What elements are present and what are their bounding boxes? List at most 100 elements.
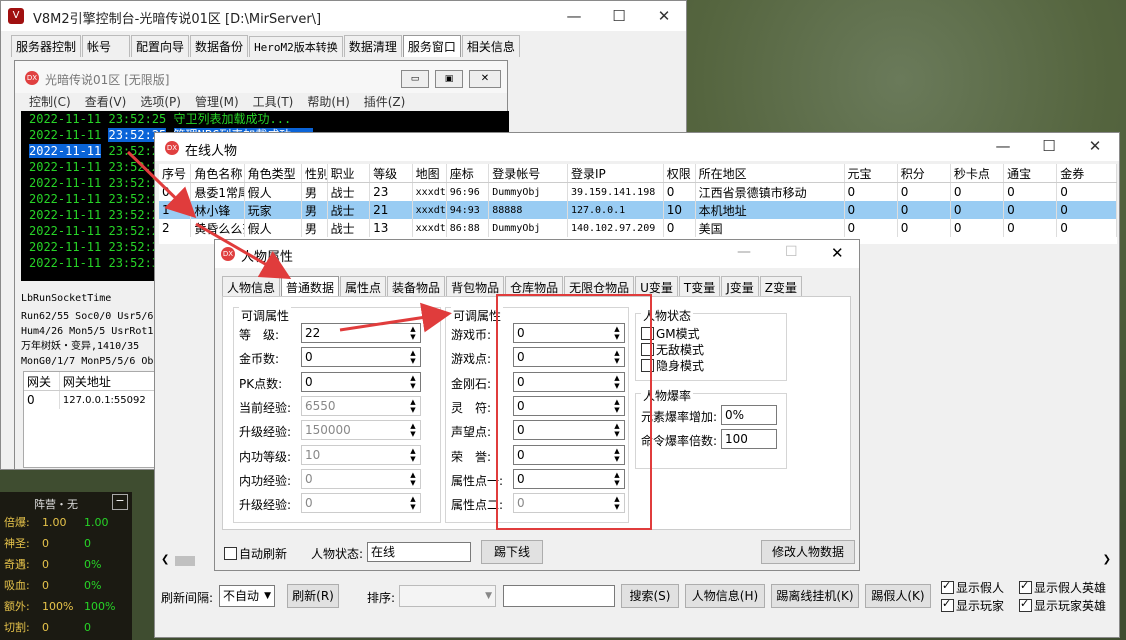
tab-service-window[interactable]: 服务窗口 (402, 35, 461, 57)
online-col-header[interactable]: 职业 (327, 164, 371, 183)
field-spin-input[interactable]: 0 ▲ ▼ (301, 371, 421, 392)
gate-row[interactable]: 0 127.0.0.1:55092 (24, 390, 165, 409)
player-info-button[interactable]: 人物信息(H) (685, 584, 765, 608)
kick-offline-player-button[interactable]: 踢下线 (481, 540, 543, 564)
online-col-header[interactable]: 等级 (369, 164, 413, 183)
player-state-input[interactable]: 在线 (367, 542, 471, 562)
spin-arrows-icon[interactable]: ▲ ▼ (407, 398, 419, 414)
online-col-header[interactable]: 元宝 (844, 164, 898, 183)
checkbox-checked-icon (941, 579, 954, 594)
online-col-header[interactable]: 座标 (446, 164, 490, 183)
close-icon[interactable]: ✕ (646, 5, 682, 27)
spin-arrows-icon[interactable]: ▲ ▼ (407, 495, 419, 511)
props-tab[interactable]: J变量 (721, 276, 759, 298)
menu-help[interactable]: 帮助(H) (307, 95, 349, 109)
tab-data-clean[interactable]: 数据清理 (343, 35, 402, 57)
online-table-row[interactable]: 0悬委1常尾假人男战士23xxxdtt96:96DummyObj39.159.1… (159, 182, 1117, 201)
online-cell: 0 (663, 182, 696, 201)
field-spin-input[interactable]: 10 ▲ ▼ (301, 444, 421, 465)
menu-manage[interactable]: 管理(M) (195, 95, 239, 109)
props-maximize-icon[interactable]: ☐ (785, 244, 798, 260)
auto-refresh-checkbox[interactable]: 自动刷新 (224, 545, 287, 562)
show-player-hero-checkbox[interactable]: 显示玩家英雄 (1019, 597, 1106, 614)
scroll-thumb[interactable] (175, 556, 195, 566)
field-spin-input[interactable]: 150000 ▲ ▼ (301, 420, 421, 441)
maximize-icon[interactable]: ☐ (601, 5, 637, 27)
online-minimize-icon[interactable]: — (985, 135, 1021, 157)
camp-collapse-icon[interactable]: − (112, 494, 128, 510)
auto-refresh-label: 自动刷新 (239, 547, 288, 561)
props-tab[interactable]: Z变量 (759, 276, 803, 298)
online-col-header[interactable]: 登录帐号 (488, 164, 568, 183)
show-dummy-hero-checkbox[interactable]: 显示假人英雄 (1019, 579, 1106, 596)
props-tab[interactable]: 装备物品 (387, 276, 446, 298)
refresh-button[interactable]: 刷新(R) (287, 584, 339, 608)
refresh-interval-value: 不自动 (223, 589, 260, 603)
scroll-right-icon[interactable]: ❯ (1103, 554, 1111, 565)
show-player-checkbox[interactable]: 显示玩家 (941, 597, 1004, 614)
props-tab[interactable]: 属性点 (340, 276, 387, 298)
tab-backup[interactable]: 数据备份 (190, 35, 249, 57)
field-spin-input[interactable]: 0 ▲ ▼ (301, 347, 421, 368)
search-input[interactable] (503, 585, 615, 607)
tab-herom2-convert[interactable]: HeroM2版本转换 (249, 36, 343, 57)
kick-offline-button[interactable]: 踢离线挂机(K) (771, 584, 859, 608)
spin-arrows-icon[interactable]: ▲ ▼ (407, 422, 419, 438)
modify-player-button[interactable]: 修改人物数据 (761, 540, 855, 564)
sort-select[interactable]: ▼ (399, 585, 496, 607)
online-close-icon[interactable]: ✕ (1077, 135, 1113, 157)
field-value: 10 (305, 447, 321, 462)
minimize-icon[interactable]: — (556, 5, 592, 27)
server-minimize-icon[interactable]: ▭ (401, 70, 429, 88)
spin-arrows-icon[interactable]: ▲ ▼ (407, 471, 419, 487)
show-dummy-checkbox[interactable]: 显示假人 (941, 579, 1004, 596)
tab-about[interactable]: 相关信息 (461, 35, 520, 57)
tab-config-wizard[interactable]: 配置向导 (131, 35, 190, 57)
server-restore-icon[interactable]: ▣ (435, 70, 463, 88)
menu-plugins[interactable]: 插件(Z) (364, 95, 406, 109)
tab-account[interactable]: 帐号 (82, 35, 131, 57)
props-tab[interactable]: 普通数据 (281, 276, 340, 298)
online-col-header[interactable]: 秒卡点 (950, 164, 1005, 183)
field-spin-input[interactable]: 0 ▲ ▼ (301, 468, 421, 489)
kick-dummy-button[interactable]: 踢假人(K) (865, 584, 931, 608)
scroll-left-icon[interactable]: ❮ (161, 554, 169, 565)
field-spin-input[interactable]: 6550 ▲ ▼ (301, 395, 421, 416)
online-col-header[interactable]: 序号 (159, 164, 192, 183)
tab-server-control[interactable]: 服务器控制 (11, 35, 82, 57)
command-drop-input[interactable]: 100 (721, 429, 777, 449)
refresh-interval-select[interactable]: 不自动 ▼ (219, 585, 275, 607)
field-spin-input[interactable]: 22 ▲ ▼ (301, 323, 421, 343)
online-maximize-icon[interactable]: ☐ (1031, 135, 1067, 157)
online-col-header[interactable]: 所在地区 (695, 164, 845, 183)
field-label: 升级经验: (239, 498, 292, 513)
online-col-header[interactable]: 角色名称 (190, 164, 245, 183)
online-col-header[interactable]: 登录IP (567, 164, 664, 183)
online-col-header[interactable]: 通宝 (1003, 164, 1058, 183)
online-col-header[interactable]: 性别 (301, 164, 328, 183)
online-table-row[interactable]: 1林小锋玩家男战士21xxxdtt94:9388888127.0.0.110本机… (159, 201, 1117, 219)
online-col-header[interactable]: 积分 (897, 164, 951, 183)
spin-arrows-icon[interactable]: ▲ ▼ (407, 349, 419, 365)
props-minimize-icon[interactable]: — (737, 244, 751, 260)
spin-arrows-icon[interactable]: ▲ ▼ (407, 325, 419, 341)
field-spin-input[interactable]: 0 ▲ ▼ (301, 493, 421, 514)
online-col-header[interactable]: 权限 (663, 164, 696, 183)
element-drop-input[interactable]: 0% (721, 405, 777, 425)
props-close-icon[interactable]: ✕ (831, 244, 844, 262)
online-col-header[interactable]: 地图 (412, 164, 447, 183)
menu-options[interactable]: 选项(P) (140, 95, 181, 109)
props-tab[interactable]: T变量 (678, 276, 721, 298)
spin-arrows-icon[interactable]: ▲ ▼ (407, 374, 419, 390)
menu-tools[interactable]: 工具(T) (253, 95, 294, 109)
menu-control[interactable]: 控制(C) (29, 95, 71, 109)
menu-view[interactable]: 查看(V) (85, 95, 127, 109)
server-close-icon[interactable]: ✕ (469, 70, 501, 88)
online-cell: 39.159.141.198 (567, 182, 664, 201)
spin-arrows-icon[interactable]: ▲ ▼ (407, 447, 419, 463)
props-tab[interactable]: 人物信息 (222, 276, 281, 298)
online-table-row[interactable]: 2黄昏么么茶假人男战士13xxxdtt86:88DummyObj140.102.… (159, 219, 1117, 237)
search-button[interactable]: 搜索(S) (621, 584, 679, 608)
online-col-header[interactable]: 金券 (1056, 164, 1117, 183)
online-col-header[interactable]: 角色类型 (244, 164, 303, 183)
